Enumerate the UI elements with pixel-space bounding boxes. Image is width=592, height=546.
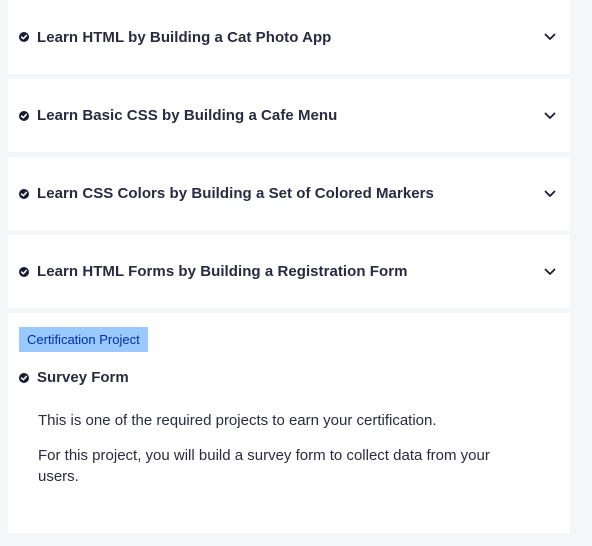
check-circle-icon bbox=[19, 110, 29, 121]
chevron-down-icon[interactable] bbox=[543, 109, 557, 123]
chevron-down-icon[interactable] bbox=[543, 187, 557, 201]
project-title: Survey Form bbox=[37, 369, 129, 386]
check-circle-icon bbox=[19, 32, 29, 42]
description-paragraph: For this project, you will build a surve… bbox=[38, 447, 490, 485]
block-header: Learn CSS Colors by Building a Set of Co… bbox=[19, 185, 543, 202]
block-colored-markers[interactable]: Learn CSS Colors by Building a Set of Co… bbox=[8, 157, 570, 230]
block-header: Learn Basic CSS by Building a Cafe Menu bbox=[19, 107, 543, 124]
curriculum-list: Learn HTML by Building a Cat Photo App L… bbox=[8, 0, 570, 533]
block-title: Learn Basic CSS by Building a Cafe Menu bbox=[37, 107, 338, 124]
survey-form-link[interactable]: Survey Form bbox=[19, 369, 570, 386]
description-paragraph: This is one of the required projects to … bbox=[38, 412, 437, 429]
certification-badge: Certification Project bbox=[19, 327, 148, 352]
block-header: Learn HTML by Building a Cat Photo App bbox=[19, 29, 543, 46]
chevron-down-icon[interactable] bbox=[543, 265, 557, 279]
block-title: Learn HTML by Building a Cat Photo App bbox=[37, 28, 332, 46]
check-circle-icon bbox=[19, 188, 29, 199]
block-header: Learn HTML Forms by Building a Registrat… bbox=[19, 263, 543, 280]
block-cat-photo-app[interactable]: Learn HTML by Building a Cat Photo App bbox=[8, 0, 570, 74]
check-circle-icon bbox=[19, 372, 29, 383]
certification-project-card: Certification Project Survey Form This i… bbox=[8, 313, 570, 533]
block-cafe-menu[interactable]: Learn Basic CSS by Building a Cafe Menu bbox=[8, 79, 570, 152]
block-title: Learn HTML Forms by Building a Registrat… bbox=[37, 263, 408, 280]
block-title: Learn CSS Colors by Building a Set of Co… bbox=[37, 185, 434, 202]
chevron-down-icon[interactable] bbox=[543, 30, 557, 44]
project-description: This is one of the required projects to … bbox=[38, 410, 530, 487]
check-circle-icon bbox=[19, 266, 29, 277]
block-registration-form[interactable]: Learn HTML Forms by Building a Registrat… bbox=[8, 235, 570, 308]
